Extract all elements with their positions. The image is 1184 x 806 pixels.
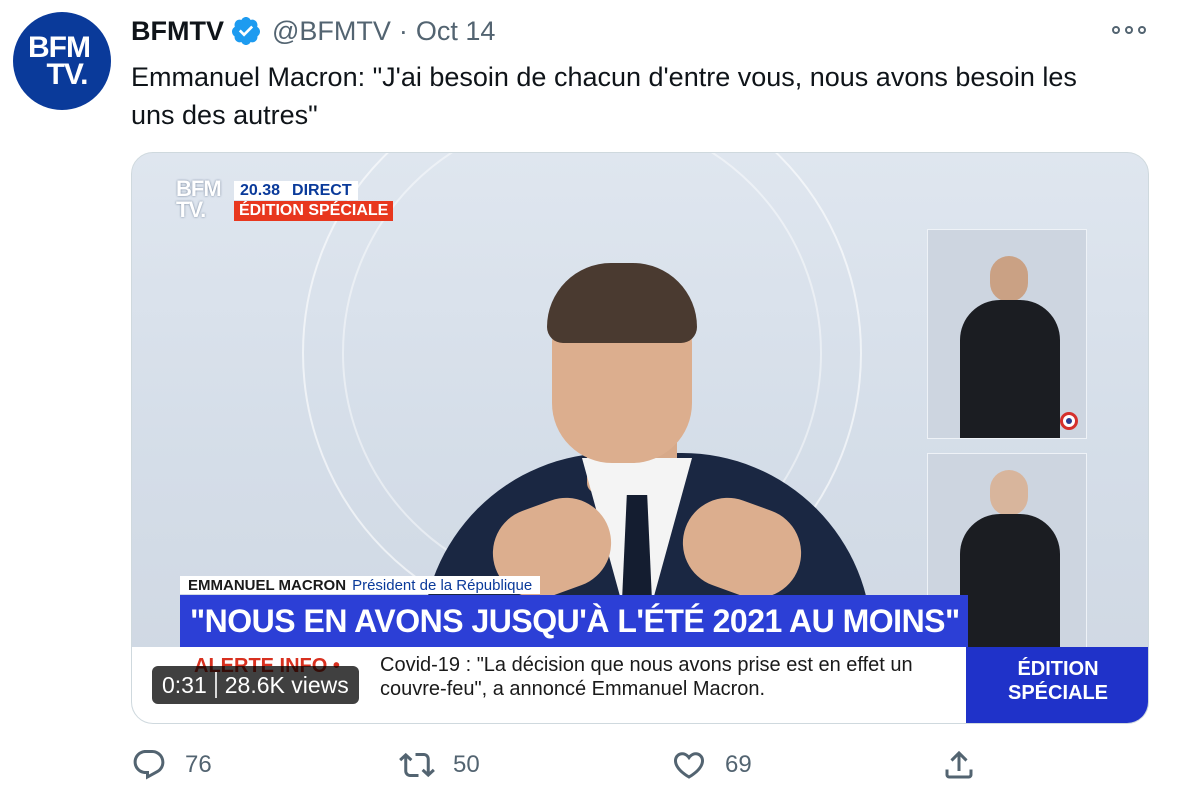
like-count: 69 — [725, 751, 752, 778]
live-label: DIRECT — [292, 182, 352, 199]
tweet-date[interactable]: Oct 14 — [416, 16, 496, 47]
edition-speciale-line-2: SPÉCIALE — [1007, 682, 1109, 704]
channel-logo-line-2: TV. — [176, 196, 206, 222]
reply-button[interactable]: 76 — [131, 745, 212, 785]
avatar-text-1: BFM — [28, 31, 91, 64]
channel-logo: BFM TV. — [176, 178, 228, 225]
speaker-hair — [547, 263, 697, 343]
tweet-actions: 76 50 69 — [131, 745, 991, 785]
speaker-role: Président de la République — [352, 576, 533, 594]
tweet-header: BFMTV @BFMTV · Oct 14 — [131, 14, 495, 48]
interpreter-body — [960, 514, 1060, 652]
video-player[interactable]: BFM TV. 20.38 DIRECT ÉDITION SPÉCIALE EMM… — [131, 152, 1149, 724]
header-separator: · — [398, 15, 408, 46]
broadcast-time-label: 20.38 DIRECT — [234, 181, 358, 200]
tweet-text: Emmanuel Macron: "J'ai besoin de chacun … — [131, 62, 1077, 130]
pill-divider — [214, 672, 217, 698]
verified-badge-icon — [231, 17, 260, 45]
avatar-text-2: TV. — [46, 58, 89, 91]
interpreter-head — [990, 470, 1028, 516]
broadcast-time: 20.38 — [240, 182, 281, 199]
edition-speciale-badge: ÉDITION SPÉCIALE — [966, 647, 1148, 723]
like-button[interactable]: 69 — [671, 745, 752, 785]
retweet-count: 50 — [453, 751, 480, 778]
edition-label: ÉDITION SPÉCIALE — [234, 201, 394, 221]
reply-count: 76 — [185, 751, 212, 778]
reply-icon — [133, 750, 165, 780]
more-options-icon[interactable] — [1112, 20, 1146, 40]
interpreter-head — [990, 256, 1028, 302]
video-duration: 0:31 — [162, 671, 207, 698]
author-avatar[interactable]: BFM TV. — [13, 12, 111, 110]
heart-icon — [673, 752, 705, 779]
more-dot — [1112, 26, 1120, 34]
author-name[interactable]: BFMTV — [131, 16, 224, 47]
author-handle[interactable]: @BFMTV — [272, 16, 391, 47]
retweet-button[interactable]: 50 — [399, 745, 480, 785]
edition-speciale-line-1: ÉDITION — [1017, 658, 1099, 680]
more-dot — [1125, 26, 1133, 34]
video-stats-pill: 0:31 28.6K views — [152, 666, 359, 704]
share-button[interactable] — [941, 745, 995, 785]
speaker-name: EMMANUEL MACRON — [188, 576, 347, 594]
share-icon — [945, 750, 973, 779]
interpreter-body — [960, 300, 1060, 438]
french-roundel-icon — [1060, 412, 1078, 430]
video-views: 28.6K views — [224, 671, 349, 698]
sign-language-interpreter-1 — [927, 229, 1087, 439]
retweet-icon — [399, 752, 435, 778]
speaker-caption: EMMANUEL MACRON Président de la Républiq… — [180, 576, 541, 594]
video-headline: "NOUS EN AVONS JUSQU'À L'ÉTÉ 2021 AU MOI… — [180, 595, 968, 647]
more-dot — [1138, 26, 1146, 34]
